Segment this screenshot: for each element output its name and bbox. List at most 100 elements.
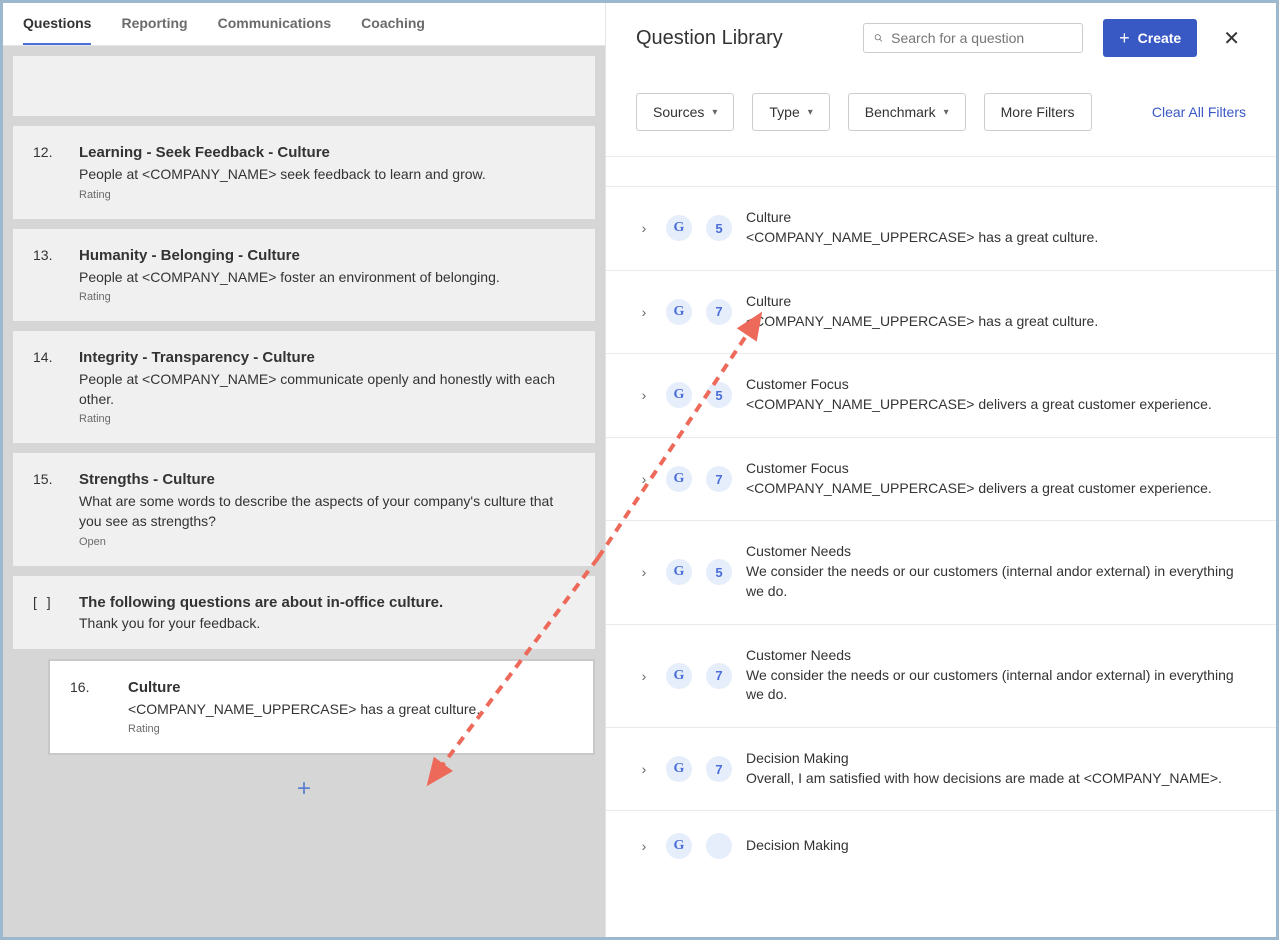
filters-row: Sources▾ Type▾ Benchmark▾ More Filters C… [606, 73, 1276, 157]
library-item[interactable]: › G 7 Decision Making Overall, I am satis… [606, 728, 1276, 812]
question-type: Rating [128, 723, 573, 735]
library-category: Customer Needs [746, 647, 1246, 663]
question-number: 13. [33, 247, 61, 304]
chevron-right-icon[interactable]: › [636, 220, 652, 236]
question-type: Open [79, 536, 575, 548]
library-question: <COMPANY_NAME_UPPERCASE> delivers a grea… [746, 395, 1246, 415]
tab-coaching[interactable]: Coaching [361, 3, 425, 45]
library-question: <COMPANY_NAME_UPPERCASE> has a great cul… [746, 228, 1246, 248]
question-number: 15. [33, 471, 61, 547]
chevron-right-icon[interactable]: › [636, 564, 652, 580]
section-desc: Thank you for your feedback. [79, 615, 443, 631]
source-icon: G [666, 382, 692, 408]
library-panel: Question Library + Create ✕ Sources▾ Typ… [605, 3, 1276, 937]
question-desc: <COMPANY_NAME_UPPERCASE> has a great cul… [128, 700, 573, 720]
library-category: Culture [746, 209, 1246, 225]
add-question-icon[interactable]: + [297, 775, 311, 802]
library-category: Customer Needs [746, 543, 1246, 559]
chevron-right-icon[interactable]: › [636, 761, 652, 777]
search-field[interactable] [863, 23, 1083, 53]
question-desc: People at <COMPANY_NAME> seek feedback t… [79, 165, 575, 185]
chevron-down-icon: ▾ [808, 107, 813, 118]
clear-filters[interactable]: Clear All Filters [1152, 104, 1246, 120]
library-question: Overall, I am satisfied with how decisio… [746, 769, 1246, 789]
question-item-added[interactable]: 16. Culture <COMPANY_NAME_UPPERCASE> has… [48, 659, 595, 756]
chevron-down-icon: ▾ [712, 107, 717, 118]
source-icon: G [666, 833, 692, 859]
plus-icon: + [1119, 29, 1130, 47]
section-header[interactable]: [ ] The following questions are about in… [13, 576, 595, 649]
scale-badge: 5 [706, 382, 732, 408]
question-title: Integrity - Transparency - Culture [79, 349, 575, 366]
chevron-right-icon[interactable]: › [636, 668, 652, 684]
library-item[interactable]: › G 5 Customer Needs We consider the need… [606, 521, 1276, 624]
tab-questions[interactable]: Questions [23, 3, 91, 45]
search-input[interactable] [891, 30, 1072, 46]
library-category: Customer Focus [746, 376, 1246, 392]
section-icon: [ ] [33, 594, 61, 631]
create-button[interactable]: + Create [1103, 19, 1197, 57]
library-item[interactable]: › G Decision Making [606, 811, 1276, 881]
question-title: Strengths - Culture [79, 471, 575, 488]
library-category: Decision Making [746, 837, 1246, 853]
source-icon: G [666, 559, 692, 585]
search-icon [874, 30, 883, 46]
question-title: Culture [128, 679, 573, 696]
library-item[interactable]: › G 7 Customer Focus <COMPANY_NAME_UPPERC… [606, 438, 1276, 522]
chevron-right-icon[interactable]: › [636, 838, 652, 854]
scale-badge: 7 [706, 299, 732, 325]
library-category: Culture [746, 293, 1246, 309]
question-item[interactable]: 12. Learning - Seek Feedback - Culture P… [13, 126, 595, 219]
question-title: Humanity - Belonging - Culture [79, 247, 575, 264]
question-item[interactable]: 13. Humanity - Belonging - Culture Peopl… [13, 229, 595, 322]
question-number: 16. [70, 679, 110, 736]
scale-badge [706, 833, 732, 859]
question-type: Rating [79, 189, 575, 201]
questions-panel: Questions Reporting Communications Coach… [3, 3, 605, 937]
source-icon: G [666, 215, 692, 241]
library-question: We consider the needs or our customers (… [746, 666, 1246, 705]
tab-communications[interactable]: Communications [218, 3, 332, 45]
question-number: 12. [33, 144, 61, 201]
filter-sources[interactable]: Sources▾ [636, 93, 734, 131]
question-item[interactable]: 15. Strengths - Culture What are some wo… [13, 453, 595, 565]
chevron-down-icon: ▾ [944, 107, 949, 118]
question-desc: What are some words to describe the aspe… [79, 492, 575, 531]
source-icon: G [666, 756, 692, 782]
question-type: Rating [79, 291, 575, 303]
scale-badge: 7 [706, 466, 732, 492]
panel-title: Question Library [636, 27, 783, 50]
library-item[interactable]: › G 7 Customer Needs We consider the need… [606, 625, 1276, 728]
tab-reporting[interactable]: Reporting [121, 3, 187, 45]
source-icon: G [666, 299, 692, 325]
question-number: 14. [33, 349, 61, 425]
scale-badge: 5 [706, 559, 732, 585]
library-category: Decision Making [746, 750, 1246, 766]
chevron-right-icon[interactable]: › [636, 304, 652, 320]
library-item[interactable]: › G 5 Culture <COMPANY_NAME_UPPERCASE> ha… [606, 187, 1276, 271]
library-list: › G 5 Culture <COMPANY_NAME_UPPERCASE> ha… [606, 157, 1276, 937]
library-question: <COMPANY_NAME_UPPERCASE> delivers a grea… [746, 479, 1246, 499]
source-icon: G [666, 663, 692, 689]
chevron-right-icon[interactable]: › [636, 471, 652, 487]
scale-badge: 7 [706, 756, 732, 782]
library-question: We consider the needs or our customers (… [746, 562, 1246, 601]
scale-badge: 5 [706, 215, 732, 241]
library-item[interactable]: › G 5 Customer Focus <COMPANY_NAME_UPPERC… [606, 354, 1276, 438]
filter-benchmark[interactable]: Benchmark▾ [848, 93, 966, 131]
scale-badge: 7 [706, 663, 732, 689]
library-category: Customer Focus [746, 460, 1246, 476]
question-title: Learning - Seek Feedback - Culture [79, 144, 575, 161]
source-icon: G [666, 466, 692, 492]
close-icon[interactable]: ✕ [1217, 20, 1246, 57]
filter-more[interactable]: More Filters [984, 93, 1092, 131]
filter-type[interactable]: Type▾ [752, 93, 829, 131]
question-type: Rating [79, 413, 575, 425]
tab-bar: Questions Reporting Communications Coach… [3, 3, 605, 46]
question-item[interactable]: 14. Integrity - Transparency - Culture P… [13, 331, 595, 443]
library-question: <COMPANY_NAME_UPPERCASE> has a great cul… [746, 312, 1246, 332]
library-item[interactable]: › G 7 Culture <COMPANY_NAME_UPPERCASE> ha… [606, 271, 1276, 355]
question-desc: People at <COMPANY_NAME> communicate ope… [79, 370, 575, 409]
chevron-right-icon[interactable]: › [636, 387, 652, 403]
question-desc: People at <COMPANY_NAME> foster an envir… [79, 268, 575, 288]
